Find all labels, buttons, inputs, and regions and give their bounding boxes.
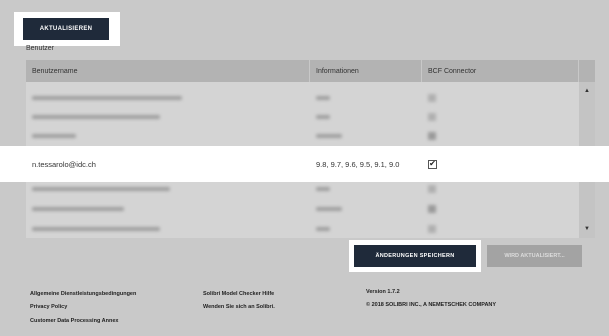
table-row[interactable] xyxy=(26,107,579,126)
refresh-button-frame: AKTUALISIEREN xyxy=(14,12,120,46)
highlighted-row-frame: n.tessarolo@idc.ch 9.8, 9.7, 9.6, 9.5, 9… xyxy=(0,146,609,182)
terms-link[interactable]: Allgemeine Dienstleistungsbedingungen xyxy=(30,291,136,297)
contact-link[interactable]: Wenden Sie sich an Solibri. xyxy=(203,304,275,310)
version-text: Version 1.7.2 xyxy=(366,289,400,295)
username-cell: n.tessarolo@idc.ch xyxy=(32,159,96,169)
table-header: Benutzername Informationen BCF Connector xyxy=(26,60,595,82)
chevron-up-icon[interactable]: ▲ xyxy=(579,84,595,98)
save-button-frame: ÄNDERUNGEN SPEICHERN xyxy=(349,240,481,272)
chevron-down-icon[interactable]: ▼ xyxy=(579,222,595,236)
bcf-checkbox[interactable]: ✔ xyxy=(428,159,437,169)
bcf-cell: ✔ xyxy=(422,154,579,174)
updating-button: WIRD AKTUALISIERT... xyxy=(487,245,582,267)
column-header-info[interactable]: Informationen xyxy=(310,60,422,82)
help-link[interactable]: Solibri Model Checker Hilfe xyxy=(203,291,274,297)
table-row[interactable] xyxy=(26,88,579,107)
info-cell: 9.8, 9.7, 9.6, 9.5, 9.1, 9.0 xyxy=(316,159,400,169)
table-row[interactable] xyxy=(26,199,579,218)
table-row-highlighted[interactable]: n.tessarolo@idc.ch 9.8, 9.7, 9.6, 9.5, 9… xyxy=(26,154,579,174)
users-section-label: Benutzer xyxy=(26,45,55,52)
privacy-link[interactable]: Privacy Policy xyxy=(30,304,67,310)
table-row[interactable] xyxy=(26,126,579,145)
column-header-username[interactable]: Benutzername xyxy=(26,60,310,82)
checkmark-icon: ✔ xyxy=(429,159,436,168)
copyright-text: © 2018 SOLIBRI INC., A NEMETSCHEK COMPAN… xyxy=(366,302,497,308)
refresh-button[interactable]: AKTUALISIEREN xyxy=(23,18,109,40)
dpa-link[interactable]: Customer Data Processing Annex xyxy=(30,318,118,324)
save-changes-button[interactable]: ÄNDERUNGEN SPEICHERN xyxy=(354,245,476,267)
column-header-bcf[interactable]: BCF Connector xyxy=(422,60,579,82)
table-row[interactable] xyxy=(26,219,579,238)
